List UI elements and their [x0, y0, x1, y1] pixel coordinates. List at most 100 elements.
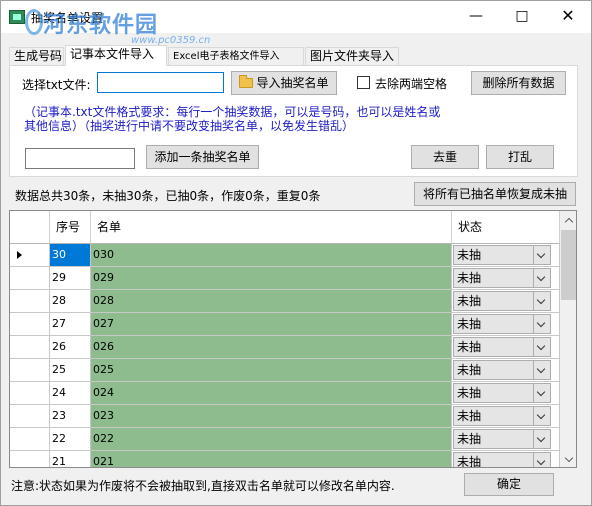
- status-dropdown[interactable]: 未抽: [453, 360, 551, 380]
- settings-window: 抽奖名单设置 — □ ✕ 河东软件园 www.pc0359.cn 生成号码 记事…: [0, 0, 592, 506]
- chevron-down-icon[interactable]: [533, 430, 550, 448]
- vertical-scrollbar[interactable]: [560, 211, 576, 467]
- trim-spaces-label[interactable]: 去除两端空格: [375, 75, 447, 92]
- scroll-thumb[interactable]: [561, 230, 576, 300]
- scroll-up-icon[interactable]: [560, 211, 576, 228]
- row-header[interactable]: [10, 451, 50, 467]
- scroll-down-icon[interactable]: [560, 450, 576, 467]
- row-header[interactable]: [10, 405, 50, 428]
- restore-all-button[interactable]: 将所有已抽名单恢复成未抽: [414, 182, 576, 206]
- close-icon[interactable]: ✕: [545, 1, 591, 31]
- minimize-icon[interactable]: —: [453, 1, 499, 31]
- chevron-down-icon[interactable]: [533, 361, 550, 379]
- cell-status: 未抽: [452, 336, 560, 359]
- cell-name[interactable]: 022: [91, 428, 452, 451]
- table-row[interactable]: 25 025 未抽: [10, 359, 560, 382]
- cell-name[interactable]: 027: [91, 313, 452, 336]
- status-dropdown[interactable]: 未抽: [453, 268, 551, 288]
- ok-button[interactable]: 确定: [464, 473, 554, 496]
- status-dropdown[interactable]: 未抽: [453, 245, 551, 265]
- status-value: 未抽: [457, 248, 482, 262]
- table-row[interactable]: 22 022 未抽: [10, 428, 560, 451]
- tab-generate-numbers[interactable]: 生成号码: [9, 47, 64, 66]
- row-header[interactable]: [10, 336, 50, 359]
- table-row[interactable]: 27 027 未抽: [10, 313, 560, 336]
- status-value: 未抽: [457, 409, 482, 423]
- title-bar[interactable]: 抽奖名单设置 — □ ✕: [1, 1, 591, 33]
- table-row[interactable]: 23 023 未抽: [10, 405, 560, 428]
- maximize-icon[interactable]: □: [499, 1, 545, 31]
- tab-excel-import[interactable]: Excel电子表格文件导入: [168, 47, 304, 66]
- table-row[interactable]: 30 030 未抽: [10, 244, 560, 267]
- chevron-down-icon[interactable]: [533, 407, 550, 425]
- cell-id[interactable]: 30: [50, 244, 91, 267]
- tab-image-folder-import[interactable]: 图片文件夹导入: [305, 47, 399, 66]
- trim-spaces-checkbox[interactable]: [357, 76, 370, 89]
- chevron-down-icon[interactable]: [533, 384, 550, 402]
- row-header[interactable]: [10, 428, 50, 451]
- status-dropdown[interactable]: 未抽: [453, 452, 551, 467]
- cell-name[interactable]: 028: [91, 290, 452, 313]
- cell-id[interactable]: 23: [50, 405, 91, 428]
- row-header[interactable]: [10, 359, 50, 382]
- column-header-id[interactable]: 序号: [50, 211, 91, 244]
- chevron-down-icon[interactable]: [533, 269, 550, 287]
- status-value: 未抽: [457, 340, 482, 354]
- cell-id[interactable]: 24: [50, 382, 91, 405]
- cell-name[interactable]: 021: [91, 451, 452, 467]
- delete-all-button[interactable]: 删除所有数据: [471, 71, 566, 95]
- txt-file-input[interactable]: [97, 72, 224, 93]
- cell-name[interactable]: 023: [91, 405, 452, 428]
- status-value: 未抽: [457, 271, 482, 285]
- cell-status: 未抽: [452, 382, 560, 405]
- cell-name[interactable]: 024: [91, 382, 452, 405]
- table-row[interactable]: 21 021 未抽: [10, 451, 560, 467]
- cell-id[interactable]: 27: [50, 313, 91, 336]
- cell-id[interactable]: 26: [50, 336, 91, 359]
- table-row[interactable]: 24 024 未抽: [10, 382, 560, 405]
- row-header[interactable]: [10, 244, 50, 267]
- table-row[interactable]: 28 028 未抽: [10, 290, 560, 313]
- status-dropdown[interactable]: 未抽: [453, 406, 551, 426]
- cell-status: 未抽: [452, 313, 560, 336]
- chevron-down-icon[interactable]: [533, 338, 550, 356]
- cell-id[interactable]: 21: [50, 451, 91, 467]
- chevron-down-icon[interactable]: [533, 453, 550, 467]
- status-dropdown[interactable]: 未抽: [453, 314, 551, 334]
- row-header[interactable]: [10, 290, 50, 313]
- row-header[interactable]: [10, 267, 50, 290]
- status-dropdown[interactable]: 未抽: [453, 291, 551, 311]
- cell-id[interactable]: 29: [50, 267, 91, 290]
- status-value: 未抽: [457, 317, 482, 331]
- row-header[interactable]: [10, 313, 50, 336]
- cell-status: 未抽: [452, 359, 560, 382]
- cell-name[interactable]: 026: [91, 336, 452, 359]
- table-row[interactable]: 29 029 未抽: [10, 267, 560, 290]
- table-row[interactable]: 26 026 未抽: [10, 336, 560, 359]
- chevron-down-icon[interactable]: [533, 315, 550, 333]
- chevron-down-icon[interactable]: [533, 246, 550, 264]
- cell-name[interactable]: 025: [91, 359, 452, 382]
- tab-notepad-import[interactable]: 记事本文件导入: [65, 45, 167, 66]
- status-dropdown[interactable]: 未抽: [453, 429, 551, 449]
- status-dropdown[interactable]: 未抽: [453, 383, 551, 403]
- import-list-button[interactable]: 导入抽奖名单: [231, 71, 337, 95]
- dedupe-button[interactable]: 去重: [411, 145, 479, 169]
- cell-name[interactable]: 030: [91, 244, 452, 267]
- add-entry-input[interactable]: [25, 148, 135, 169]
- chevron-down-icon[interactable]: [533, 292, 550, 310]
- cell-name[interactable]: 029: [91, 267, 452, 290]
- grid-body: 序号 名单 状态 30 030 未抽 29 029 未抽 28 028 未抽 27 027 未抽 26 0…: [10, 211, 560, 467]
- cell-status: 未抽: [452, 405, 560, 428]
- add-entry-button[interactable]: 添加一条抽奖名单: [146, 145, 259, 169]
- column-header-name[interactable]: 名单: [91, 211, 452, 244]
- cell-id[interactable]: 25: [50, 359, 91, 382]
- status-dropdown[interactable]: 未抽: [453, 337, 551, 357]
- entries-grid: 序号 名单 状态 30 030 未抽 29 029 未抽 28 028 未抽 27 027 未抽 26 0…: [9, 210, 577, 468]
- shuffle-button[interactable]: 打乱: [486, 145, 554, 169]
- cell-id[interactable]: 28: [50, 290, 91, 313]
- row-header[interactable]: [10, 382, 50, 405]
- notepad-import-panel: 选择txt文件: 导入抽奖名单 去除两端空格 删除所有数据 （记事本.txt文件…: [9, 65, 578, 177]
- cell-id[interactable]: 22: [50, 428, 91, 451]
- column-header-status[interactable]: 状态: [452, 211, 560, 244]
